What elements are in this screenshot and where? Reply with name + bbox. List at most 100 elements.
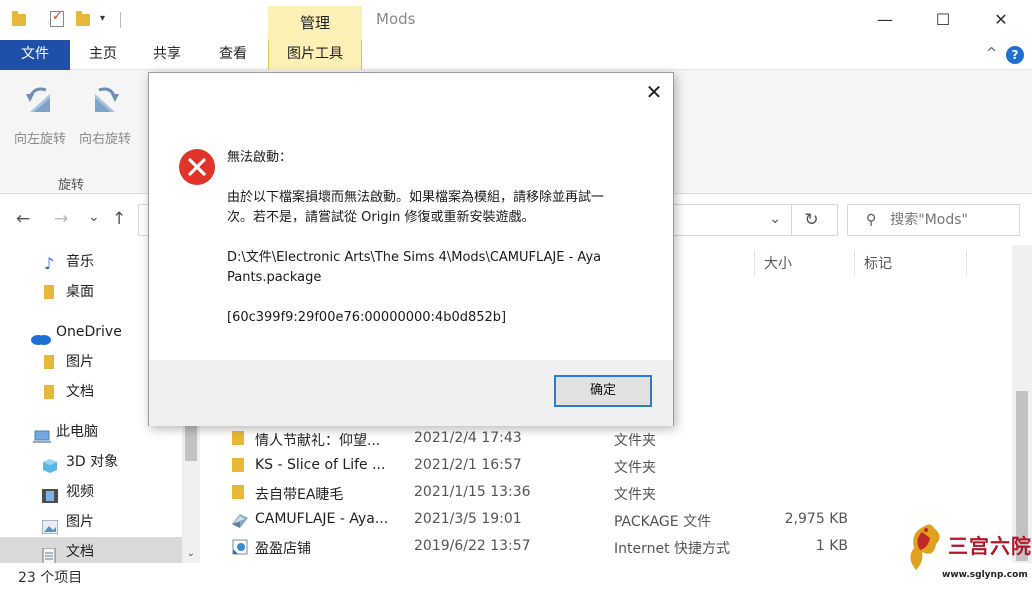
dialog-close-button[interactable]: ✕ — [639, 79, 669, 105]
picture-icon — [41, 515, 59, 535]
file-date: 2019/6/22 13:57 — [414, 538, 531, 554]
table-row[interactable]: KS - Slice of Life ... 2021/2/1 16:57 文件… — [200, 452, 1012, 479]
file-size: 2,975 KB — [784, 511, 848, 527]
file-date: 2021/3/5 19:01 — [414, 511, 522, 527]
column-divider — [854, 250, 855, 276]
maximize-button[interactable]: ☐ — [920, 6, 966, 34]
window-title: Mods — [376, 10, 416, 28]
file-type: Internet 快捷方式 — [614, 541, 731, 557]
file-type: 文件夹 — [614, 460, 656, 476]
forward-button[interactable]: → — [54, 209, 68, 229]
sidebar-item-label: 视频 — [66, 484, 94, 500]
phoenix-logo-icon — [910, 524, 940, 570]
sidebar-item-label: OneDrive — [56, 324, 122, 340]
sidebar-item-label: 文档 — [66, 384, 94, 400]
search-icon: ⚲ — [866, 212, 877, 228]
dialog-path-line2: Pants.package — [227, 270, 322, 285]
folder-icon — [44, 355, 60, 369]
tab-picture-tools[interactable]: 图片工具 — [268, 40, 362, 70]
sidebar-item-videos[interactable]: 视频 — [0, 477, 182, 507]
tab-share[interactable]: 共享 — [138, 40, 196, 70]
file-name: 去自带EA睫毛 — [255, 487, 344, 503]
table-row[interactable]: 去自带EA睫毛 2021/1/15 13:36 文件夹 — [200, 479, 1012, 506]
back-button[interactable]: ← — [16, 209, 30, 229]
toolbar-divider — [120, 12, 121, 28]
tab-view[interactable]: 查看 — [204, 40, 262, 70]
error-icon — [179, 149, 215, 185]
dialog-heading: 無法啟動： — [227, 150, 293, 165]
search-input[interactable]: ⚲ 搜索"Mods" — [847, 204, 1020, 236]
sidebar-item-3d-objects[interactable]: 3D 对象 — [0, 447, 182, 477]
file-date: 2021/2/1 16:57 — [414, 457, 522, 473]
minimize-button[interactable]: — — [862, 6, 908, 34]
column-header-tags[interactable]: 标记 — [864, 253, 892, 273]
file-name: 情人节献礼：仰望... — [255, 433, 381, 449]
refresh-button[interactable]: ↻ — [791, 205, 831, 235]
document-icon — [42, 545, 58, 565]
dialog-path-line1: D:\文件\Electronic Arts\The Sims 4\Mods\CA… — [227, 250, 602, 265]
table-row[interactable]: 盈盈店铺 2019/6/22 13:57 Internet 快捷方式 1 KB — [200, 533, 1012, 560]
rotate-left-label: 向左旋转 — [13, 132, 66, 147]
tab-home[interactable]: 主页 — [74, 40, 132, 70]
table-row[interactable]: 情人节献礼：仰望... 2021/2/4 17:43 文件夹 — [200, 425, 1012, 452]
rotate-left-button[interactable]: 向左旋转 — [8, 82, 72, 147]
sidebar-item-label: 此电脑 — [56, 424, 98, 440]
address-dropdown-button[interactable]: ⌄ — [769, 211, 781, 227]
cloud-icon — [30, 326, 52, 345]
title-bar: ▾ 管理 Mods — ☐ ✕ — [0, 0, 1032, 40]
column-divider — [754, 250, 755, 276]
folder-icon — [44, 285, 60, 299]
cube-icon — [42, 455, 58, 473]
new-folder-icon[interactable] — [76, 11, 92, 27]
sidebar-item-label: 3D 对象 — [66, 454, 119, 470]
file-list-scrollbar[interactable] — [1012, 245, 1032, 563]
sidebar-item-pictures[interactable]: 图片 — [0, 507, 182, 537]
file-name: CAMUFLAJE - Aya... — [255, 511, 389, 527]
file-type: PACKAGE 文件 — [614, 514, 712, 530]
customize-toolbar-icon[interactable]: ▾ — [100, 11, 116, 27]
column-header-size[interactable]: 大小 — [764, 253, 792, 273]
tab-file[interactable]: 文件 — [0, 40, 70, 70]
music-icon: ♪ — [44, 254, 55, 273]
file-size: 1 KB — [815, 538, 848, 554]
ok-button[interactable]: 确定 — [554, 375, 652, 407]
item-count: 23 个项目 — [18, 570, 83, 586]
help-icon[interactable]: ? — [1006, 46, 1024, 64]
file-type: 文件夹 — [614, 487, 656, 503]
computer-icon — [32, 425, 52, 443]
file-date: 2021/2/4 17:43 — [414, 430, 522, 446]
dialog-footer: 确定 — [149, 360, 673, 426]
folder-icon — [232, 458, 248, 472]
watermark-url: www.sglynp.com — [942, 570, 1028, 580]
sidebar-item-label: 图片 — [66, 354, 94, 370]
properties-check-icon[interactable] — [50, 9, 66, 27]
table-row[interactable]: CAMUFLAJE - Aya... 2021/3/5 19:01 PACKAG… — [200, 506, 1012, 533]
file-name: KS - Slice of Life ... — [255, 457, 386, 473]
package-file-icon — [230, 512, 250, 528]
error-dialog: ✕ 無法啟動： 由於以下檔案損壞而無法啟動。如果檔案為模組，請移除並再試一 次。… — [148, 72, 674, 426]
file-date: 2021/1/15 13:36 — [414, 484, 531, 500]
collapse-ribbon-icon[interactable]: ^ — [986, 46, 997, 61]
rotate-right-button[interactable]: 向右旋转 — [73, 82, 137, 147]
folder-icon — [44, 385, 60, 399]
file-name: 盈盈店铺 — [255, 541, 311, 557]
rotate-right-label: 向右旋转 — [78, 132, 131, 147]
up-button[interactable]: ↑ — [112, 209, 126, 229]
film-icon — [42, 485, 58, 503]
sidebar-scroll-down[interactable]: ⌄ — [182, 547, 200, 561]
recent-locations-button[interactable]: ⌄ — [88, 209, 100, 225]
internet-shortcut-icon — [232, 539, 248, 555]
watermark-text: 三宫六院 — [948, 534, 1032, 558]
file-type: 文件夹 — [614, 433, 656, 449]
sidebar-item-label: 音乐 — [66, 254, 94, 270]
sidebar-item-label: 图片 — [66, 514, 94, 530]
search-placeholder: 搜索"Mods" — [890, 212, 968, 228]
dialog-message-line2: 次。若不是，請嘗試從 Origin 修復或重新安裝遊戲。 — [227, 210, 535, 225]
dialog-message-line1: 由於以下檔案損壞而無法啟動。如果檔案為模組，請移除並再試一 — [227, 190, 605, 205]
watermark: 三宫六院 www.sglynp.com — [900, 518, 1032, 584]
manage-context-tab[interactable]: 管理 — [268, 6, 362, 40]
close-window-button[interactable]: ✕ — [978, 6, 1024, 34]
folder-icon — [12, 11, 28, 27]
sidebar-item-label: 桌面 — [66, 284, 94, 300]
rotate-left-icon — [26, 87, 50, 112]
